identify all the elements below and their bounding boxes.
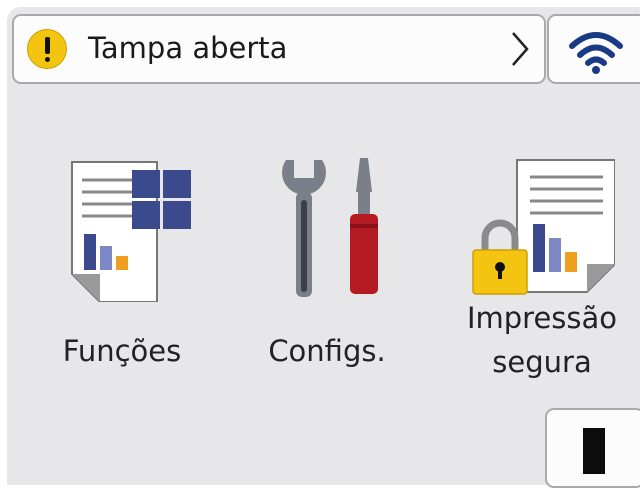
tile-label-secure-print-line2: segura (492, 345, 592, 379)
wifi-button[interactable] (547, 14, 640, 84)
tile-functions[interactable]: Funções (37, 147, 207, 387)
status-message: Tampa aberta (88, 31, 288, 65)
wifi-icon (569, 32, 623, 74)
status-message-bar[interactable]: Tampa aberta (12, 14, 546, 84)
warning-icon (27, 29, 67, 69)
functions-icon (71, 161, 191, 302)
chevron-right-icon (512, 32, 529, 66)
wrench-screwdriver-icon (282, 158, 378, 297)
toner-button[interactable] (545, 408, 640, 488)
toner-icon (583, 428, 605, 474)
tile-secure-print[interactable]: Impressão segura (447, 147, 637, 397)
tile-label-functions: Funções (62, 334, 182, 368)
tile-settings[interactable]: Configs. (247, 147, 407, 387)
tile-label-secure-print-line1: Impressão (466, 301, 618, 335)
secure-print-icon (472, 159, 615, 295)
tile-label-settings: Configs. (268, 334, 386, 368)
